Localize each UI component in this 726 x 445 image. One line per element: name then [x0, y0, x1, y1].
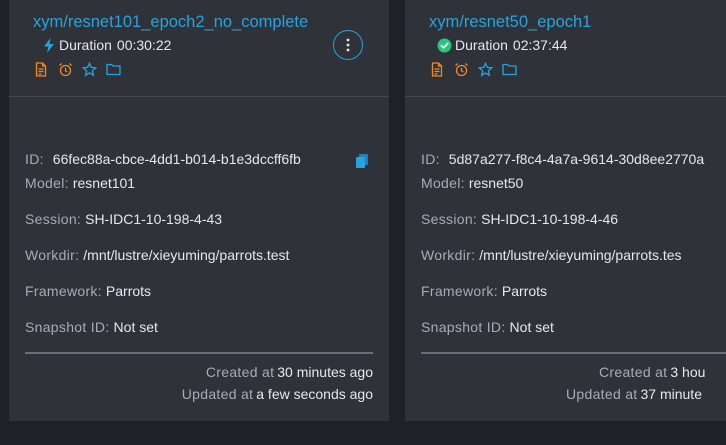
session-label: Session: [421, 211, 478, 227]
folder-icon[interactable] [105, 61, 121, 77]
model-label: Model: [25, 175, 69, 191]
model-value: resnet101 [72, 175, 136, 191]
experiment-title-link[interactable]: xym/resnet101_epoch2_no_complete [33, 13, 308, 32]
workdir-row: Workdir:/mnt/lustre/xieyuming/parrots.te… [25, 247, 289, 263]
star-icon[interactable] [81, 61, 97, 77]
card-header: xym/resnet101_epoch2_no_complete Duratio… [9, 0, 389, 97]
snapshot-value: Not set [113, 319, 158, 335]
framework-row: Framework: Parrots [25, 283, 151, 299]
duration-row: Duration 00:30:22 [41, 37, 171, 53]
created-row: Created at 30 minutes ago [206, 364, 373, 380]
check-circle-icon [437, 38, 452, 53]
updated-label: Updated at [566, 386, 638, 402]
duration-value: 02:37:44 [512, 37, 568, 53]
duration-label: Duration [455, 37, 508, 53]
updated-row: Updated at a few seconds ago [182, 386, 373, 402]
duration-value: 00:30:22 [116, 37, 172, 53]
lightning-icon [41, 37, 56, 53]
created-label: Created at [599, 364, 668, 380]
created-row: Created at 3 hou [599, 364, 705, 380]
framework-row: Framework: Parrots [421, 283, 547, 299]
workdir-label: Workdir: [421, 247, 476, 263]
duration-label: Duration [59, 37, 112, 53]
card-header: xym/resnet50_epoch1 Duration 02:37:44 [405, 0, 726, 97]
framework-value: Parrots [105, 283, 152, 299]
model-row: Model: resnet101 [25, 175, 135, 191]
experiment-title-link[interactable]: xym/resnet50_epoch1 [429, 13, 591, 32]
model-label: Model: [421, 175, 465, 191]
session-row: Session: SH-IDC1-10-198-4-46 [421, 211, 618, 227]
updated-label: Updated at [181, 386, 254, 402]
id-label: ID: [421, 151, 440, 167]
alarm-icon[interactable] [57, 61, 73, 77]
id-value: 66fec88a-cbce-4dd1-b014-b1e3dccff6fb [52, 151, 301, 167]
updated-value: 37 minute [640, 386, 702, 402]
card-actions [429, 61, 517, 77]
model-row: Model: resnet50 [421, 175, 523, 191]
created-value: 30 minutes ago [277, 364, 373, 380]
alarm-icon[interactable] [453, 61, 469, 77]
experiment-card: xym/resnet50_epoch1 Duration 02:37:44 ID… [405, 0, 726, 421]
workdir-value: /mnt/lustre/xieyuming/parrots.test [83, 247, 290, 263]
workdir-row: Workdir:/mnt/lustre/xieyuming/parrots.te… [421, 247, 682, 263]
model-value: resnet50 [468, 175, 524, 191]
folder-icon[interactable] [501, 61, 517, 77]
experiment-card-grid: xym/resnet101_epoch2_no_complete Duratio… [0, 0, 726, 445]
file-icon[interactable] [33, 61, 49, 77]
id-value: 5d87a277-f8c4-4a7a-9614-30d8ee2770a [448, 151, 705, 167]
snapshot-label: Snapshot ID: [25, 319, 110, 335]
duration-row: Duration 02:37:44 [437, 37, 567, 53]
file-icon[interactable] [429, 61, 445, 77]
id-row: ID: 66fec88a-cbce-4dd1-b014-b1e3dccff6fb [25, 151, 301, 167]
session-value: SH-IDC1-10-198-4-46 [481, 211, 619, 227]
more-vertical-icon [346, 38, 350, 52]
id-label: ID: [25, 151, 44, 167]
session-label: Session: [25, 211, 82, 227]
snapshot-label: Snapshot ID: [421, 319, 506, 335]
star-icon[interactable] [477, 61, 493, 77]
snapshot-row: Snapshot ID: Not set [421, 319, 554, 335]
framework-value: Parrots [501, 283, 548, 299]
snapshot-value: Not set [509, 319, 554, 335]
copy-icon[interactable] [355, 153, 369, 169]
updated-value: a few seconds ago [256, 386, 373, 402]
framework-label: Framework: [25, 283, 102, 299]
session-value: SH-IDC1-10-198-4-43 [85, 211, 223, 227]
updated-row: Updated at 37 minute [566, 386, 702, 402]
experiment-card: xym/resnet101_epoch2_no_complete Duratio… [9, 0, 389, 421]
snapshot-row: Snapshot ID: Not set [25, 319, 158, 335]
divider [421, 352, 726, 354]
session-row: Session: SH-IDC1-10-198-4-43 [25, 211, 222, 227]
id-row: ID: 5d87a277-f8c4-4a7a-9614-30d8ee2770a [421, 151, 704, 167]
workdir-value: /mnt/lustre/xieyuming/parrots.tes [479, 247, 682, 263]
card-actions [33, 61, 121, 77]
created-label: Created at [205, 364, 275, 380]
divider [25, 352, 373, 354]
framework-label: Framework: [421, 283, 498, 299]
created-value: 3 hou [670, 364, 706, 380]
workdir-label: Workdir: [25, 247, 80, 263]
more-options-button[interactable] [333, 30, 363, 60]
